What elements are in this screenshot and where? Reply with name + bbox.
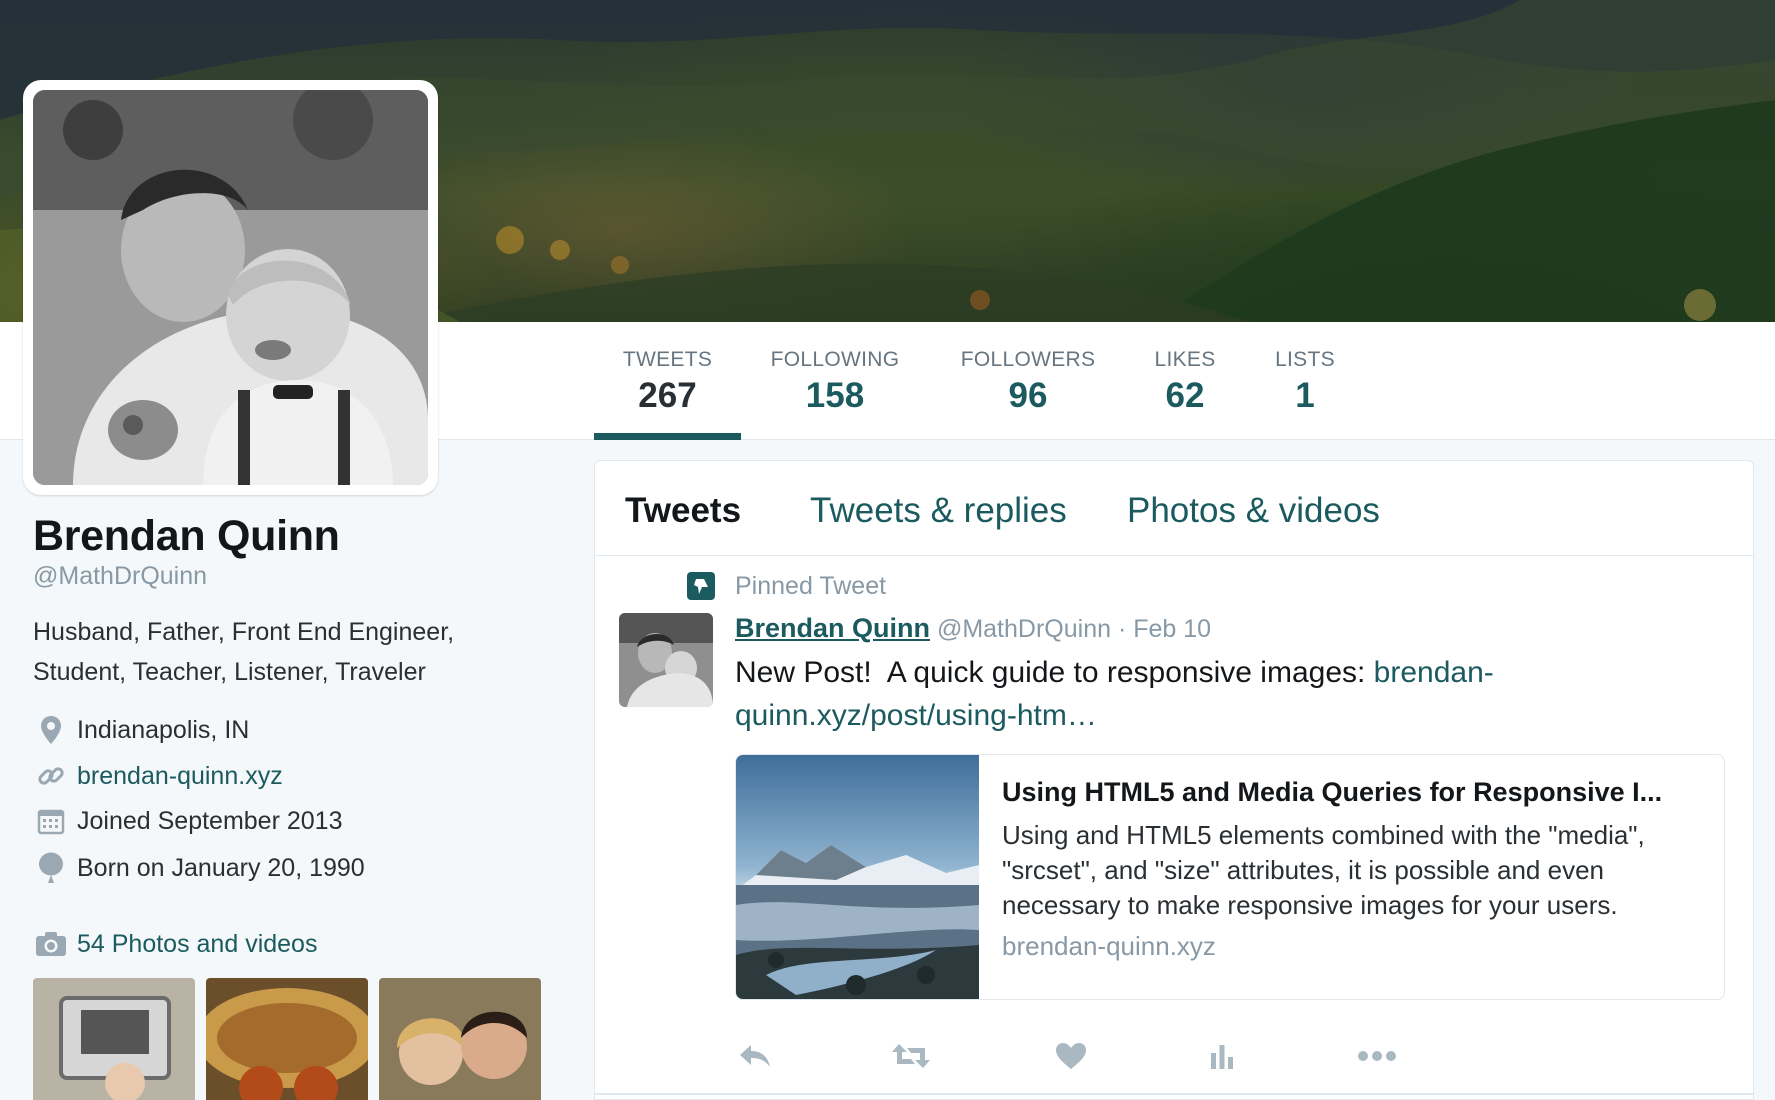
bio-line: Student, Teacher, Listener, Traveler [33,658,426,686]
photo-thumbnail[interactable] [206,978,368,1100]
birthday-text: Born on January 20, 1990 [77,853,365,882]
tweet-text: New Post! A quick guide to responsive im… [735,651,1595,737]
stat-likes[interactable]: LIKES 62 [1145,322,1225,440]
tweet-header: Brendan Quinn @MathDrQuinn · Feb 10 [735,613,1211,644]
balloon-icon [33,850,69,886]
retweet-icon[interactable] [891,1036,931,1076]
photos-videos-text[interactable]: 54 Photos and videos [77,930,317,959]
photos-videos-link[interactable]: 54 Photos and videos [33,924,317,964]
like-icon[interactable] [1051,1036,1091,1076]
profile-bio: Husband, Father, Front End Engineer, Stu… [33,612,553,692]
tweet-author-handle[interactable]: @MathDrQuinn [937,615,1111,643]
profile-birthday: Born on January 20, 1990 [33,848,365,888]
stat-label: TWEETS [622,348,713,371]
tweet-divider [595,1093,1753,1095]
stat-value: 158 [805,376,865,415]
location-text: Indianapolis, IN [77,715,250,744]
website-link[interactable]: brendan-quinn.xyz [77,762,283,791]
stat-value: 1 [1295,376,1315,415]
photo-thumbnail[interactable] [379,978,541,1100]
pin-icon [687,572,715,600]
link-icon [33,758,69,794]
profile-location: Indianapolis, IN [33,710,249,750]
stat-value: 62 [1165,376,1205,415]
card-body: Using HTML5 and Media Queries for Respon… [1002,777,1702,962]
profile-joined: Joined September 2013 [33,801,342,841]
profile-handle[interactable]: @MathDrQuinn [33,562,207,591]
stat-label: LIKES [1154,348,1216,371]
location-icon [33,712,69,748]
profile-avatar[interactable] [23,80,438,495]
tweet-link-continued[interactable]: quinn.xyz/post/using-htm… [735,699,1097,732]
calendar-icon [33,803,69,839]
photo-thumbnail[interactable] [33,978,195,1100]
link-preview-card[interactable]: Using HTML5 and Media Queries for Respon… [735,754,1725,1000]
bio-line: Husband, Father, Front End Engineer, [33,618,455,646]
photo-thumbnails [33,978,543,1100]
camera-icon [33,926,69,962]
card-description: Using and HTML5 elements combined with t… [1002,820,1645,920]
stat-label: FOLLOWING [770,348,900,371]
card-title: Using HTML5 and Media Queries for Respon… [1002,777,1663,807]
tweet-separator: · [1117,615,1127,643]
tweet-date[interactable]: Feb 10 [1133,615,1211,643]
stat-value: 267 [638,376,697,415]
tab-tweets-replies[interactable]: Tweets & replies [810,491,1067,531]
more-icon[interactable] [1357,1036,1397,1076]
joined-text: Joined September 2013 [77,806,343,835]
pinned-tweet-label: Pinned Tweet [687,569,886,603]
stat-followers[interactable]: FOLLOWERS 96 [948,322,1108,440]
tweet-author-name[interactable]: Brendan Quinn [735,613,930,643]
tweet-body: New Post! A quick guide to responsive im… [735,656,1374,689]
tweet-actions [735,1036,1635,1076]
tab-tweets[interactable]: Tweets [625,491,741,531]
stat-label: FOLLOWERS [960,348,1096,371]
tweet-link[interactable]: brendan- [1374,656,1494,689]
stat-lists[interactable]: LISTS 1 [1265,322,1345,440]
stat-tweets[interactable]: TWEETS 267 [594,322,741,440]
pinned-text: Pinned Tweet [735,571,887,600]
stat-label: LISTS [1275,348,1335,371]
stat-following[interactable]: FOLLOWING 158 [760,322,910,440]
tweet-author-avatar[interactable] [619,613,713,707]
timeline: Tweets Tweets & replies Photos & videos … [594,460,1754,1100]
timeline-tabs: Tweets Tweets & replies Photos & videos [595,461,1753,556]
profile-name: Brendan Quinn [33,512,340,560]
analytics-icon[interactable] [1202,1036,1242,1076]
reply-icon[interactable] [735,1036,775,1076]
avatar-photo [33,90,428,485]
card-image [736,755,979,999]
card-domain: brendan-quinn.xyz [1002,931,1216,961]
tab-photos-videos[interactable]: Photos & videos [1127,491,1380,531]
stat-value: 96 [1008,376,1048,415]
profile-website[interactable]: brendan-quinn.xyz [33,756,283,796]
